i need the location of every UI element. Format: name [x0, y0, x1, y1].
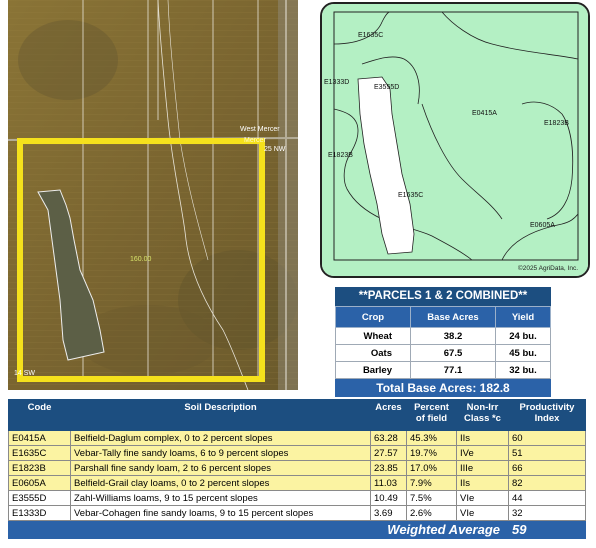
soil-header-row: Code Soil Description Acres Percent of f…: [8, 399, 586, 431]
table-row: E0415A Belfield-Daglum complex, 0 to 2 p…: [8, 430, 586, 446]
percent-header: Percent of field: [406, 399, 457, 431]
class-cell: IIs: [456, 475, 509, 491]
soil-description-header: Soil Description: [70, 399, 371, 431]
description-cell: Parshall fine sandy loam, 2 to 6 percent…: [70, 460, 371, 476]
description-cell: Vebar-Cohagen fine sandy loams, 9 to 15 …: [70, 505, 371, 521]
soil-map-label: E1823B: [328, 152, 353, 159]
acres-cell: 23.85: [370, 460, 407, 476]
total-base-acres: Total Base Acres: 182.8: [335, 379, 551, 397]
productivity-header: Productivity Index: [508, 399, 586, 431]
soil-map-label: E1823B: [544, 120, 569, 127]
road-label: West Mercer: [240, 126, 280, 133]
soil-map-label: E0415A: [472, 110, 497, 117]
code-cell: E0605A: [8, 475, 71, 491]
index-cell: 44: [508, 490, 586, 506]
yield-cell: 24 bu.: [495, 327, 551, 345]
table-row: E1823B Parshall fine sandy loam, 2 to 6 …: [8, 460, 586, 476]
soil-map-label: E1635C: [358, 32, 384, 39]
yield-cell: 45 bu.: [495, 344, 551, 362]
code-cell: E1635C: [8, 445, 71, 461]
parcels-title: **PARCELS 1 & 2 COMBINED**: [335, 287, 551, 306]
weighted-average-label: Weighted Average: [8, 520, 509, 539]
index-cell: 32: [508, 505, 586, 521]
soil-table: Code Soil Description Acres Percent of f…: [8, 399, 586, 539]
acres-cell: 27.57: [370, 445, 407, 461]
crop-cell: Oats: [335, 344, 411, 362]
percent-cell: 45.3%: [406, 430, 457, 446]
description-cell: Vebar-Tally fine sandy loams, 6 to 9 per…: [70, 445, 371, 461]
crop-header: Crop: [335, 306, 411, 328]
parcels-header-row: Crop Base Acres Yield: [335, 306, 551, 328]
percent-cell: 2.6%: [406, 505, 457, 521]
table-row: E1635C Vebar-Tally fine sandy loams, 6 t…: [8, 445, 586, 461]
class-cell: IIIe: [456, 460, 509, 476]
base-acres-cell: 67.5: [410, 344, 496, 362]
soil-map-label: E3555D: [374, 84, 400, 91]
crop-cell: Wheat: [335, 327, 411, 345]
code-header: Code: [8, 399, 71, 431]
table-row: E0605A Belfield-Grail clay loams, 0 to 2…: [8, 475, 586, 491]
percent-cell: 7.9%: [406, 475, 457, 491]
parcels-table: **PARCELS 1 & 2 COMBINED** Crop Base Acr…: [335, 287, 551, 397]
code-cell: E3555D: [8, 490, 71, 506]
road-code-label: 25 NW: [264, 146, 286, 153]
percent-cell: 19.7%: [406, 445, 457, 461]
percent-cell: 17.0%: [406, 460, 457, 476]
table-row: E3555D Zahl-Williams loams, 9 to 15 perc…: [8, 490, 586, 506]
description-cell: Zahl-Williams loams, 9 to 15 percent slo…: [70, 490, 371, 506]
class-cell: VIe: [456, 490, 509, 506]
acres-header: Acres: [370, 399, 407, 431]
description-cell: Belfield-Grail clay loams, 0 to 2 percen…: [70, 475, 371, 491]
class-cell: IIs: [456, 430, 509, 446]
index-cell: 82: [508, 475, 586, 491]
yield-cell: 32 bu.: [495, 361, 551, 379]
road-label-2: Mercer: [244, 137, 266, 144]
copyright-text: ©2025 AgriData, Inc.: [517, 265, 578, 272]
total-value: 182.8: [479, 381, 510, 395]
acres-label: 160.00: [130, 256, 152, 263]
acres-cell: 10.49: [370, 490, 407, 506]
class-cell: IVe: [456, 445, 509, 461]
parcels-row: Oats 67.5 45 bu.: [335, 344, 551, 362]
soil-map-label: E1635C: [398, 192, 424, 199]
soil-map: E1635C E1333D E3555D E0415A E1823B E1823…: [320, 2, 590, 278]
index-cell: 51: [508, 445, 586, 461]
base-acres-cell: 38.2: [410, 327, 496, 345]
aerial-photo: West Mercer Mercer 25 NW 160.00 14 SW: [8, 0, 298, 390]
percent-cell: 7.5%: [406, 490, 457, 506]
code-cell: E0415A: [8, 430, 71, 446]
class-cell: VIe: [456, 505, 509, 521]
base-acres-header: Base Acres: [410, 306, 496, 328]
soil-map-drawing: [322, 4, 588, 276]
yield-header: Yield: [495, 306, 551, 328]
code-cell: E1823B: [8, 460, 71, 476]
table-row: E1333D Vebar-Cohagen fine sandy loams, 9…: [8, 505, 586, 521]
base-acres-cell: 77.1: [410, 361, 496, 379]
crop-cell: Barley: [335, 361, 411, 379]
soil-map-label: E0605A: [530, 222, 555, 229]
total-label: Total Base Acres:: [376, 381, 477, 395]
section-label: 14 SW: [14, 370, 36, 377]
acres-cell: 63.28: [370, 430, 407, 446]
parcels-row: Wheat 38.2 24 bu.: [335, 327, 551, 345]
description-cell: Belfield-Daglum complex, 0 to 2 percent …: [70, 430, 371, 446]
acres-cell: 11.03: [370, 475, 407, 491]
acres-cell: 3.69: [370, 505, 407, 521]
class-header: Non-Irr Class *c: [456, 399, 509, 431]
index-cell: 60: [508, 430, 586, 446]
weighted-average-value: 59: [508, 520, 586, 539]
soil-map-label: E1333D: [324, 79, 350, 86]
parcels-row: Barley 77.1 32 bu.: [335, 361, 551, 379]
aerial-image: [8, 0, 298, 390]
index-cell: 66: [508, 460, 586, 476]
weighted-average-row: Weighted Average 59: [8, 520, 586, 539]
code-cell: E1333D: [8, 505, 71, 521]
